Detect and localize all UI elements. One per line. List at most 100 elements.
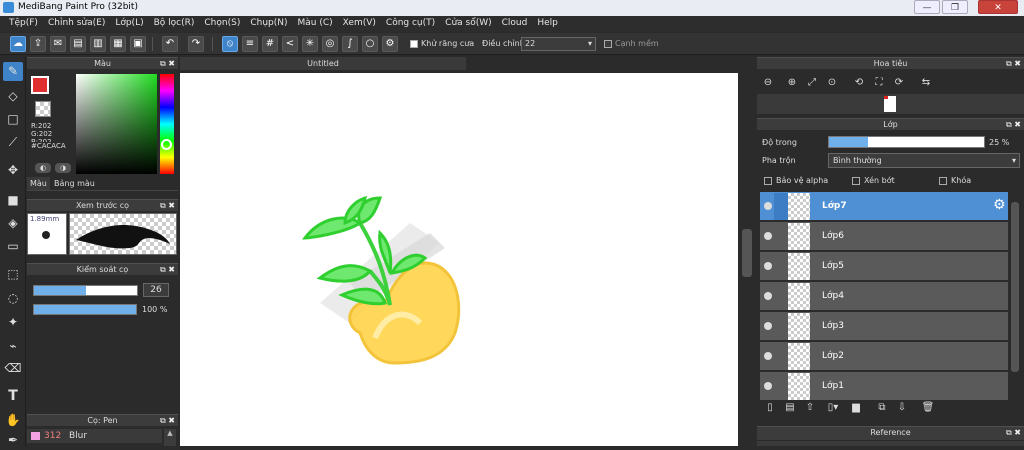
import-layer-icon[interactable]: ⇧ — [803, 401, 817, 415]
gradient-tool-icon[interactable]: ▭ — [3, 237, 23, 256]
zoom-in-icon[interactable]: ⊕ — [785, 76, 799, 90]
eyedropper-tool-icon[interactable]: ✒ — [3, 431, 23, 450]
layer-list-scrollbar[interactable] — [1009, 192, 1021, 394]
brush-tool-icon[interactable]: ✎ — [3, 62, 23, 81]
circle-snap-icon[interactable]: ◎ — [322, 36, 338, 52]
menu-item[interactable]: Bộ lọc(R) — [149, 16, 200, 32]
protect-alpha-checkbox[interactable] — [764, 177, 772, 185]
menu-item[interactable]: Help — [532, 16, 563, 32]
curve-snap-icon[interactable]: ∫ — [342, 36, 358, 52]
rect-select-tool-icon[interactable]: ⬚ — [3, 265, 23, 284]
brush-list-item[interactable]: 312 Blur — [27, 429, 162, 443]
panel-icon[interactable]: ▦ — [110, 36, 126, 52]
move-tool-icon[interactable]: ✥ — [3, 161, 23, 180]
select-eraser-tool-icon[interactable]: ⌫ — [3, 359, 23, 378]
radial-snap-icon[interactable]: ✳ — [302, 36, 318, 52]
visibility-eye-icon[interactable] — [764, 292, 772, 300]
visibility-eye-icon[interactable] — [764, 262, 772, 270]
menu-item[interactable]: Lớp(L) — [110, 16, 148, 32]
fit-icon[interactable]: ⤢ — [805, 76, 819, 90]
magic-wand-tool-icon[interactable]: ✦ — [3, 313, 23, 332]
menu-item[interactable]: Chọn(S) — [199, 16, 245, 32]
tab-palette[interactable]: Bảng màu — [51, 177, 98, 190]
parallel-snap-icon[interactable]: ≡ — [242, 36, 258, 52]
ellipse-snap-icon[interactable]: ○ — [362, 36, 378, 52]
panel-pin-close-icon[interactable]: ⧉ ✖ — [160, 415, 175, 426]
antialias-checkbox[interactable] — [410, 40, 418, 48]
primary-color-swatch[interactable] — [31, 76, 49, 94]
blend-mode-select[interactable]: Bình thường ▾ — [828, 153, 1020, 168]
adjust-select[interactable]: 22 ▾ — [521, 37, 596, 51]
layer-row[interactable]: Lớp4 — [760, 282, 1008, 311]
tab-color[interactable]: Màu — [27, 177, 50, 190]
visibility-eye-icon[interactable] — [764, 352, 772, 360]
menu-item[interactable]: Màu (C) — [293, 16, 338, 32]
cross-snap-icon[interactable]: # — [262, 36, 278, 52]
navigator-preview[interactable] — [757, 94, 1024, 114]
vanishing-snap-icon[interactable]: < — [282, 36, 298, 52]
select-pen-tool-icon[interactable]: ⌁ — [3, 337, 23, 356]
fit-screen-icon[interactable]: ⛶ — [872, 76, 886, 90]
eraser-tool-icon[interactable]: ◇ — [3, 87, 23, 106]
new-layer-icon[interactable]: ▯ — [763, 401, 777, 415]
layer-opacity-slider[interactable] — [828, 136, 985, 148]
visibility-eye-icon[interactable] — [764, 322, 772, 330]
redo-icon[interactable]: ↷ — [188, 36, 204, 52]
menu-item[interactable]: Cửa sổ(W) — [440, 16, 496, 32]
layer-row[interactable]: Lớp5 — [760, 252, 1008, 281]
menu-item[interactable]: Tệp(F) — [4, 16, 43, 32]
color-swap-icon[interactable]: ◑ — [55, 163, 71, 173]
merge-down-icon[interactable]: ⇩ — [895, 401, 909, 415]
layer-row[interactable]: Lớp1 — [760, 372, 1008, 401]
delete-layer-icon[interactable]: 🗑 — [921, 401, 935, 415]
snap-off-icon[interactable]: ⦸ — [222, 36, 238, 52]
undo-icon[interactable]: ↶ — [162, 36, 178, 52]
comment-icon[interactable]: ✉ — [50, 36, 66, 52]
zoom-reset-icon[interactable]: ⊙ — [825, 76, 839, 90]
close-button[interactable]: ✕ — [978, 0, 1018, 14]
document-tab[interactable]: Untitled — [180, 57, 466, 70]
share-icon[interactable]: ⇪ — [30, 36, 46, 52]
minimize-button[interactable]: — — [914, 0, 940, 14]
bucket-tool-icon[interactable]: ◈ — [3, 214, 23, 233]
panel-pin-close-icon[interactable]: ⧉ ✖ — [160, 58, 175, 69]
hand-tool-icon[interactable]: ✋ — [3, 411, 23, 430]
line-tool-icon[interactable]: ⟋ — [3, 133, 23, 152]
menu-item[interactable]: Xem(V) — [338, 16, 381, 32]
layer-row[interactable]: Lớp3 — [760, 312, 1008, 341]
rotate-left-icon[interactable]: ⟲ — [852, 76, 866, 90]
rotate-right-icon[interactable]: ⟳ — [892, 76, 906, 90]
brush-opacity-slider[interactable] — [33, 304, 137, 315]
folder-icon[interactable]: ▆ — [849, 401, 863, 415]
menu-item[interactable]: Công cụ(T) — [381, 16, 440, 32]
shape-tool-icon[interactable]: □ — [3, 110, 23, 129]
layer-row[interactable]: Lớp7 ⚙ — [760, 192, 1008, 221]
hue-slider-handle[interactable] — [161, 139, 172, 150]
visibility-eye-icon[interactable] — [764, 202, 772, 210]
color-mode-icon[interactable]: ◐ — [35, 163, 51, 173]
menu-item[interactable]: Cloud — [497, 16, 533, 32]
secondary-color-swatch[interactable] — [35, 101, 51, 117]
menu-item[interactable]: Chỉnh sửa(E) — [43, 16, 110, 32]
lasso-tool-icon[interactable]: ◌ — [3, 289, 23, 308]
visibility-eye-icon[interactable] — [764, 382, 772, 390]
cloud-icon[interactable]: ☁ — [10, 36, 26, 52]
flip-icon[interactable]: ⇆ — [919, 76, 933, 90]
hue-slider[interactable] — [160, 74, 174, 174]
rect-fill-tool-icon[interactable]: ■ — [3, 191, 23, 210]
panel-pin-close-icon[interactable]: ⧉ ✖ — [1006, 427, 1021, 438]
zoom-out-icon[interactable]: ⊖ — [761, 76, 775, 90]
menu-item[interactable]: Chụp(N) — [245, 16, 292, 32]
panel-pin-close-icon[interactable]: ⧉ ✖ — [1006, 119, 1021, 130]
clipping-checkbox[interactable] — [852, 177, 860, 185]
brush-size-value[interactable]: 26 — [143, 283, 169, 297]
layer-settings-gear-icon[interactable]: ⚙ — [993, 197, 1006, 213]
panel-pin-close-icon[interactable]: ⧉ ✖ — [160, 264, 175, 275]
maximize-button[interactable]: ❐ — [942, 0, 968, 14]
add-layer-menu-icon[interactable]: ▯▾ — [823, 401, 843, 415]
duplicate-layer-icon[interactable]: ⧉ — [875, 401, 889, 415]
saturation-value-picker[interactable] — [76, 74, 157, 174]
drawing-canvas[interactable] — [180, 73, 738, 446]
lock-checkbox[interactable] — [939, 177, 947, 185]
brush-list-scrollbar[interactable]: ▲ — [164, 429, 176, 446]
